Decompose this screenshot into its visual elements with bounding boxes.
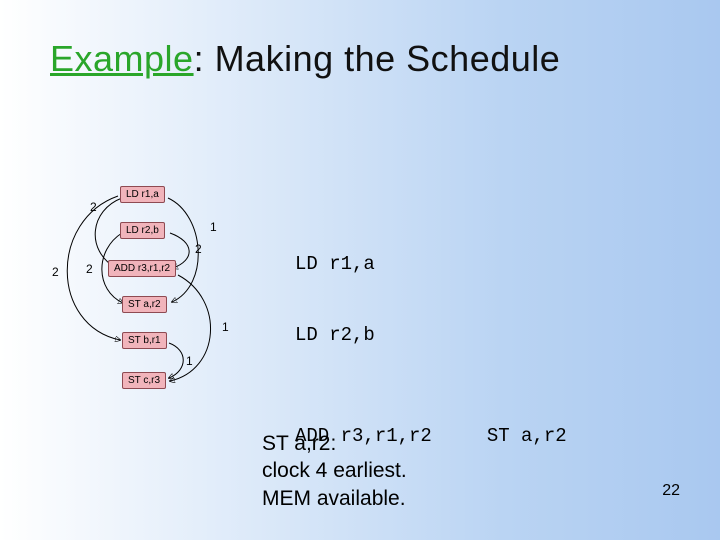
edge-label: 2 [86,262,93,276]
caption-line-2: clock 4 earliest. [262,457,407,484]
edge-label: 2 [90,200,97,214]
schedule-line-2: LD r2,b [295,324,567,348]
graph-node-add: ADD r3,r1,r2 [108,260,176,277]
slide-title: Example: Making the Schedule [50,38,560,80]
page-number: 22 [662,482,680,500]
graph-node-ld-r1-a: LD r1,a [120,186,165,203]
edge-label: 1 [222,320,229,334]
schedule-line-1: LD r1,a [295,253,567,277]
title-rest: : Making the Schedule [194,38,561,79]
title-example: Example [50,38,194,79]
edge-label: 1 [210,220,217,234]
caption-line-3: MEM available. [262,485,407,512]
edge-label: 2 [195,242,202,256]
graph-node-ld-r2-b: LD r2,b [120,222,165,239]
graph-node-st-a-r2: ST a,r2 [122,296,167,313]
graph-node-st-c-r3: ST c,r3 [122,372,166,389]
caption-line-1: ST a,r2: [262,430,407,457]
dependency-graph: LD r1,a LD r2,b ADD r3,r1,r2 ST a,r2 ST … [60,170,270,430]
schedule-line-3b: ST a,r2 [487,425,567,447]
slide-caption: ST a,r2: clock 4 earliest. MEM available… [262,430,407,512]
edge-label: 2 [52,265,59,279]
edge-label: 1 [186,354,193,368]
graph-node-st-b-r1: ST b,r1 [122,332,167,349]
